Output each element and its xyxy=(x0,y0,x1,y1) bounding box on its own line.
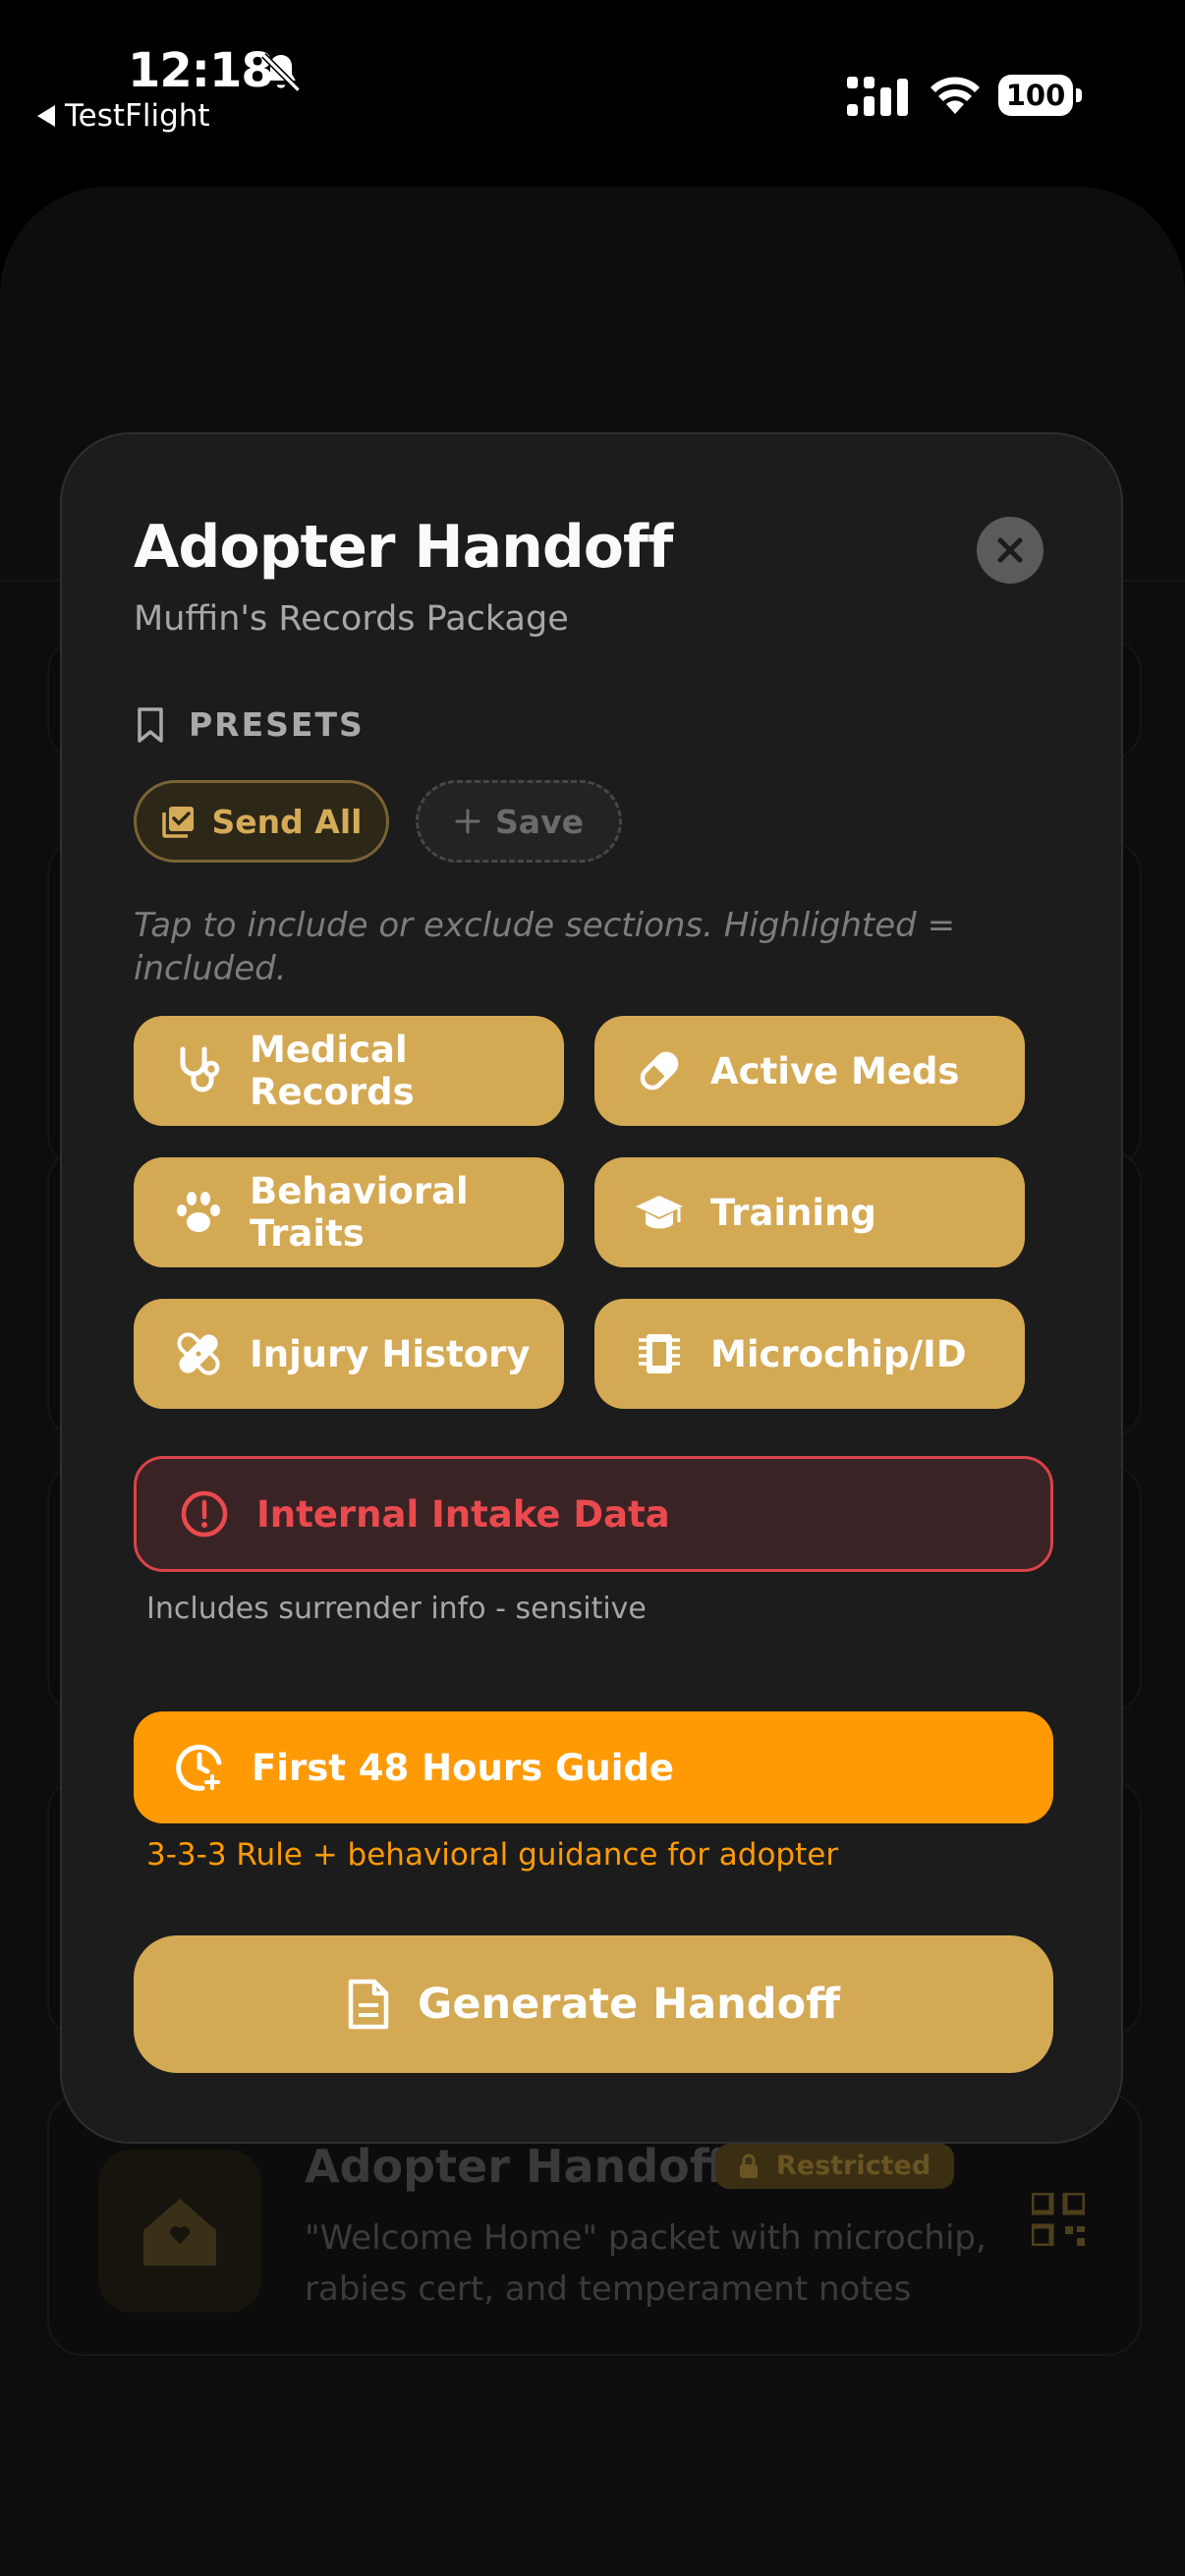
restricted-badge-label: Restricted xyxy=(776,2151,931,2181)
battery-level: 100 xyxy=(998,75,1073,116)
bandage-icon xyxy=(177,1332,220,1375)
battery-indicator: 100 xyxy=(998,75,1083,118)
internal-intake-label: Internal Intake Data xyxy=(256,1492,670,1536)
first-48-hours-guide-toggle[interactable]: First 48 Hours Guide xyxy=(134,1711,1053,1823)
cellular-signal-icon xyxy=(847,77,908,116)
guide-label: First 48 Hours Guide xyxy=(252,1746,675,1789)
checklist-icon xyxy=(161,807,194,838)
presets-heading: PRESETS xyxy=(136,705,365,744)
close-icon xyxy=(997,537,1023,563)
section-active-meds[interactable]: Active Meds xyxy=(594,1016,1025,1126)
section-medical-records[interactable]: Medical Records xyxy=(134,1016,564,1126)
chip-icon xyxy=(639,1334,680,1373)
generate-handoff-label: Generate Handoff xyxy=(418,1980,840,2029)
section-label: Behavioral Traits xyxy=(250,1170,469,1255)
section-label: Microchip/ID xyxy=(710,1332,967,1375)
guide-note: 3-3-3 Rule + behavioral guidance for ado… xyxy=(146,1837,839,1873)
paw-icon xyxy=(177,1192,220,1232)
instructions-hint: Tap to include or exclude sections. High… xyxy=(134,906,956,988)
preset-save-label: Save xyxy=(495,802,584,841)
status-time: 12:18 xyxy=(128,43,274,98)
background-card-description: "Welcome Home" packet with microchip, ra… xyxy=(305,2218,987,2309)
section-internal-intake-data[interactable]: Internal Intake Data xyxy=(134,1456,1053,1572)
back-to-testflight[interactable]: TestFlight xyxy=(37,98,210,134)
lock-icon xyxy=(740,2154,758,2178)
preset-save-chip[interactable]: Save xyxy=(416,780,622,863)
document-icon xyxy=(348,1979,389,2030)
section-behavioral-traits[interactable]: Behavioral Traits xyxy=(134,1157,564,1267)
section-label: Training xyxy=(710,1191,876,1234)
clock-icon xyxy=(176,1744,222,1791)
close-button[interactable] xyxy=(977,517,1044,584)
section-microchip-id[interactable]: Microchip/ID xyxy=(594,1299,1025,1409)
battery-cap xyxy=(1076,88,1082,102)
section-training[interactable]: Training xyxy=(594,1157,1025,1267)
section-label: Medical Records xyxy=(250,1029,415,1113)
restricted-badge: Restricted xyxy=(715,2144,955,2189)
section-label: Injury History xyxy=(250,1332,531,1375)
wifi-icon xyxy=(931,77,980,114)
presets-label: PRESETS xyxy=(189,705,365,744)
stethoscope-icon xyxy=(180,1046,220,1092)
background-card-title: Adopter Handoff xyxy=(305,2140,727,2193)
generate-handoff-button[interactable]: Generate Handoff xyxy=(134,1935,1053,2073)
section-injury-history[interactable]: Injury History xyxy=(134,1299,564,1409)
pill-icon xyxy=(640,1051,679,1091)
modal-subtitle: Muffin's Records Package xyxy=(134,599,569,639)
alert-circle-icon xyxy=(181,1490,228,1538)
bookmark-icon xyxy=(138,706,163,743)
plus-icon xyxy=(455,809,480,834)
home-heart-icon xyxy=(98,2150,261,2313)
qr-code-icon xyxy=(1032,2193,1085,2246)
back-arrow-icon xyxy=(37,105,55,127)
preset-send-all-chip[interactable]: Send All xyxy=(134,780,389,863)
back-label: TestFlight xyxy=(65,98,210,134)
section-label: Active Meds xyxy=(710,1049,960,1092)
modal-title: Adopter Handoff xyxy=(134,513,673,582)
status-bar: 12:18 TestFlight 100 xyxy=(0,0,1185,147)
bell-muted-icon xyxy=(261,53,301,92)
graduation-cap-icon xyxy=(636,1196,683,1229)
adopter-handoff-modal: Adopter Handoff Muffin's Records Package… xyxy=(60,432,1123,2144)
preset-send-all-label: Send All xyxy=(211,802,363,841)
internal-intake-note: Includes surrender info - sensitive xyxy=(146,1592,647,1626)
